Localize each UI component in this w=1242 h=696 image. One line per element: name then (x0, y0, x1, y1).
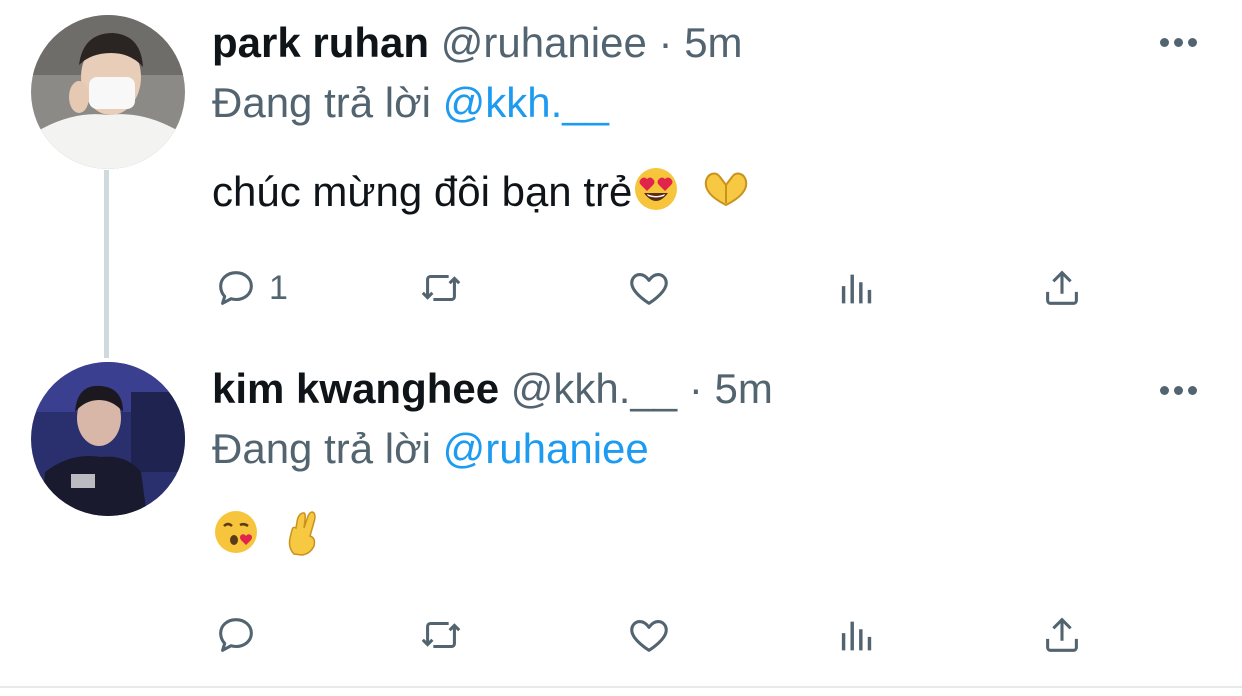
reply-count: 1 (269, 268, 288, 307)
separator-dot: · (688, 365, 703, 412)
tweet[interactable]: park ruhan @ruhaniee · 5m Đang trả lời @… (0, 0, 1242, 358)
user-handle[interactable]: @kkh.__ (511, 365, 677, 412)
timestamp[interactable]: 5m (715, 365, 773, 412)
more-icon[interactable] (1158, 34, 1198, 50)
separator-dot: · (658, 19, 673, 66)
tweet-text (212, 508, 320, 568)
tweet-header: kim kwanghee @kkh.__ · 5m (212, 363, 773, 415)
share-icon (1046, 617, 1078, 652)
like-button[interactable] (626, 263, 672, 313)
views-button[interactable] (834, 610, 880, 660)
retweet-icon (421, 274, 461, 302)
tweet-text: chúc mừng đôi bạn trẻ (212, 165, 750, 225)
views-icon (841, 274, 872, 304)
heart-hands-emoji (702, 169, 750, 221)
avatar[interactable] (31, 15, 185, 169)
avatar-image (31, 362, 185, 516)
tweet-actions (0, 610, 1242, 660)
heart-eyes-emoji (632, 165, 680, 225)
timestamp[interactable]: 5m (684, 19, 742, 66)
user-handle[interactable]: @ruhaniee (441, 19, 647, 66)
tweet-actions: 1 (0, 263, 1242, 313)
views-icon (841, 621, 872, 651)
reply-icon (219, 271, 253, 305)
retweet-button[interactable] (418, 263, 464, 313)
reply-button[interactable] (213, 610, 259, 660)
display-name[interactable]: kim kwanghee (212, 365, 499, 412)
avatar[interactable] (31, 362, 185, 516)
reply-icon (219, 618, 253, 652)
replying-to-label: Đang trả lời (212, 79, 431, 126)
display-name[interactable]: park ruhan (212, 19, 429, 66)
retweet-button[interactable] (418, 610, 464, 660)
mention-link[interactable]: @ruhaniee (443, 425, 649, 472)
share-button[interactable] (1039, 263, 1085, 313)
kissing-heart-emoji (212, 508, 260, 568)
share-icon (1046, 270, 1078, 305)
replying-to-label: Đang trả lời (212, 425, 431, 472)
share-button[interactable] (1039, 610, 1085, 660)
retweet-icon (421, 621, 461, 649)
like-button[interactable] (626, 610, 672, 660)
replying-to: Đang trả lời @kkh.__ (212, 77, 609, 129)
reply-button[interactable]: 1 (213, 263, 288, 313)
like-icon (630, 620, 668, 652)
tweet-header: park ruhan @ruhaniee · 5m (212, 17, 743, 69)
crossed-fingers-emoji (286, 508, 320, 568)
divider (0, 686, 1242, 688)
replying-to: Đang trả lời @ruhaniee (212, 423, 649, 475)
more-icon[interactable] (1158, 382, 1198, 398)
tweet[interactable]: kim kwanghee @kkh.__ · 5m Đang trả lời @… (0, 348, 1242, 696)
tweet-text-content: chúc mừng đôi bạn trẻ (212, 168, 633, 216)
views-button[interactable] (834, 263, 880, 313)
avatar-image (31, 15, 185, 169)
mention-link[interactable]: @kkh.__ (443, 79, 609, 126)
like-icon (630, 273, 668, 305)
